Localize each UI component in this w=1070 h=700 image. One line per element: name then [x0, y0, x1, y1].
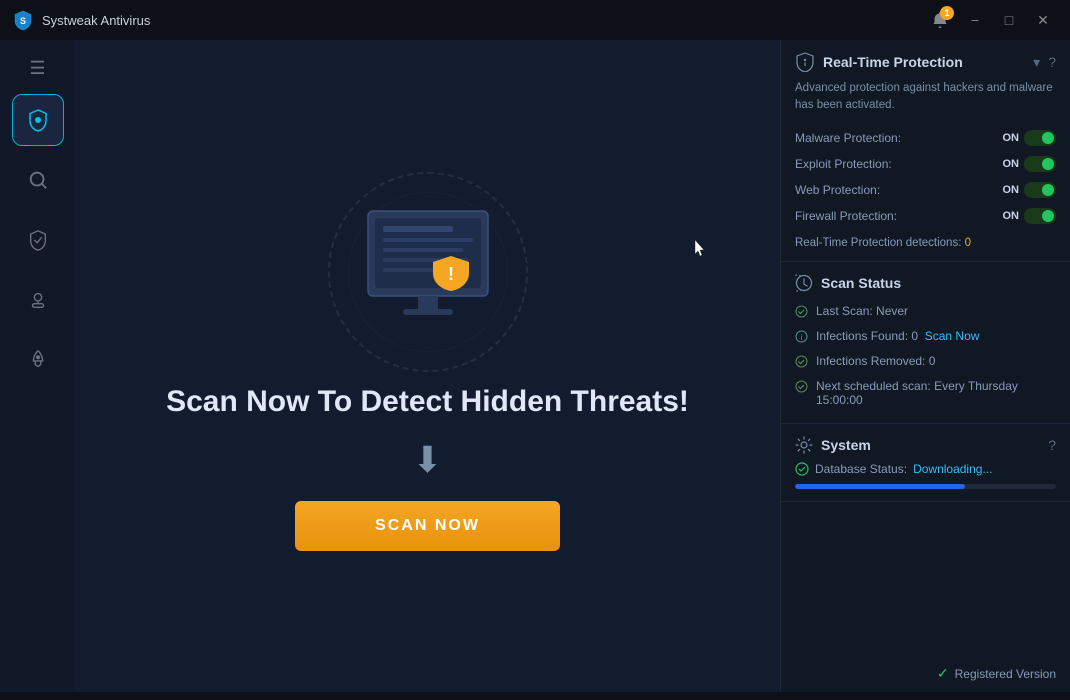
- infections-removed-text: Infections Removed: 0: [816, 354, 935, 368]
- infections-found-text: Infections Found: 0 Scan Now: [816, 329, 979, 343]
- notification-badge: 1: [940, 6, 954, 20]
- detections-row: Real-Time Protection detections: 0: [795, 229, 1056, 249]
- exploit-toggle[interactable]: ON: [1003, 156, 1057, 172]
- content-area: ! Scan Now To Detect Hidden Threats! ⬇ S…: [75, 40, 1070, 692]
- scan-status-icon: [795, 274, 813, 292]
- shield-info-icon: [795, 52, 815, 72]
- window-controls: 1 − □ ✕: [924, 4, 1058, 36]
- scan-headline: Scan Now To Detect Hidden Threats!: [166, 382, 689, 421]
- detections-count: 0: [965, 237, 971, 249]
- system-section: System ? Database Status: Downloading...: [781, 424, 1070, 502]
- infections-found-icon: i: [795, 330, 808, 346]
- maximize-button[interactable]: □: [994, 8, 1024, 32]
- shield-active-icon: [26, 108, 50, 132]
- malware-protection-row: Malware Protection: ON: [795, 125, 1056, 151]
- malware-toggle-dot: [1024, 130, 1056, 146]
- rtp-title: Real-Time Protection: [823, 54, 963, 70]
- system-header: System ?: [795, 436, 1056, 454]
- title-bar: S Systweak Antivirus 1 − □ ✕: [0, 0, 1070, 40]
- scan-status-header: Scan Status: [795, 274, 1056, 292]
- cursor-indicator: [695, 240, 707, 258]
- db-status-value: Downloading...: [913, 462, 992, 476]
- security-icon: [27, 289, 49, 311]
- registered-check-icon: ✓: [937, 665, 949, 682]
- real-time-protection-section: Real-Time Protection ▾ ? Advanced protec…: [781, 40, 1070, 262]
- registered-label: Registered Version: [955, 667, 1056, 681]
- web-toggle[interactable]: ON: [1003, 182, 1057, 198]
- last-scan-text: Last Scan: Never: [816, 304, 908, 318]
- last-scan-check-icon: [795, 305, 808, 321]
- system-title: System: [821, 437, 871, 453]
- web-label: Web Protection:: [795, 183, 880, 197]
- malware-label: Malware Protection:: [795, 131, 901, 145]
- spacer: [781, 502, 1070, 656]
- system-icon: [795, 436, 813, 454]
- sidebar-item-boost[interactable]: [12, 334, 64, 386]
- db-status-row: Database Status: Downloading...: [795, 462, 1056, 476]
- scan-now-button[interactable]: SCAN NOW: [295, 501, 560, 551]
- infections-removed-icon: [795, 355, 808, 371]
- db-progress-bar-fill: [795, 484, 965, 489]
- rtp-title-group: Real-Time Protection: [795, 52, 963, 72]
- next-scan-text: Next scheduled scan: Every Thursday 15:0…: [816, 379, 1056, 407]
- minimize-button[interactable]: −: [960, 8, 990, 32]
- monitor-svg: !: [353, 206, 503, 326]
- db-progress-bar-bg: [795, 484, 1056, 489]
- rtp-help-icon[interactable]: ?: [1048, 54, 1056, 70]
- exploit-label: Exploit Protection:: [795, 157, 892, 171]
- main-container: ☰: [0, 40, 1070, 692]
- scan-status-title: Scan Status: [821, 275, 901, 291]
- monitor-illustration: !: [318, 182, 538, 362]
- firewall-toggle-dot: [1024, 208, 1056, 224]
- sidebar-item-shield[interactable]: [12, 94, 64, 146]
- infections-removed-row: Infections Removed: 0: [795, 350, 1056, 375]
- scan-title-group: Scan Status: [795, 274, 901, 292]
- web-toggle-dot: [1024, 182, 1056, 198]
- rtp-expand-icon[interactable]: ▾: [1033, 54, 1040, 71]
- rtp-header: Real-Time Protection ▾ ?: [795, 52, 1056, 72]
- last-scan-row: Last Scan: Never: [795, 300, 1056, 325]
- svg-text:!: !: [448, 264, 454, 284]
- app-logo: S Systweak Antivirus: [12, 9, 924, 31]
- main-panel: ! Scan Now To Detect Hidden Threats! ⬇ S…: [75, 40, 780, 692]
- db-check-icon: [795, 462, 809, 476]
- right-panel: Real-Time Protection ▾ ? Advanced protec…: [780, 40, 1070, 692]
- scan-status-section: Scan Status Last Scan: Never: [781, 262, 1070, 424]
- firewall-label: Firewall Protection:: [795, 209, 897, 223]
- svg-text:i: i: [801, 333, 803, 342]
- malware-toggle[interactable]: ON: [1003, 130, 1057, 146]
- web-protection-row: Web Protection: ON: [795, 177, 1056, 203]
- next-scan-icon: [795, 380, 808, 396]
- exploit-protection-row: Exploit Protection: ON: [795, 151, 1056, 177]
- rocket-icon: [27, 349, 49, 371]
- system-title-group: System: [795, 436, 871, 454]
- firewall-toggle[interactable]: ON: [1003, 208, 1057, 224]
- close-button[interactable]: ✕: [1028, 8, 1058, 32]
- system-help-icon[interactable]: ?: [1048, 437, 1056, 453]
- sidebar: ☰: [0, 40, 75, 692]
- app-logo-icon: S: [12, 9, 34, 31]
- sidebar-item-search[interactable]: [12, 154, 64, 206]
- next-scan-row: Next scheduled scan: Every Thursday 15:0…: [795, 375, 1056, 411]
- sidebar-item-security[interactable]: [12, 274, 64, 326]
- exploit-toggle-dot: [1024, 156, 1056, 172]
- db-status-label: Database Status:: [815, 462, 907, 476]
- svg-text:S: S: [20, 16, 26, 26]
- sidebar-menu-toggle[interactable]: ☰: [18, 50, 58, 86]
- firewall-protection-row: Firewall Protection: ON: [795, 203, 1056, 229]
- notification-icon[interactable]: 1: [924, 4, 956, 36]
- arrow-down-icon: ⬇: [412, 439, 442, 481]
- rtp-description: Advanced protection against hackers and …: [795, 80, 1056, 115]
- app-title: Systweak Antivirus: [42, 13, 150, 28]
- right-footer: ✓ Registered Version: [781, 655, 1070, 692]
- search-icon: [27, 169, 49, 191]
- bottom-bar: [0, 692, 1070, 700]
- sidebar-item-checkshield[interactable]: [12, 214, 64, 266]
- check-shield-icon: [27, 229, 49, 251]
- infections-found-row: i Infections Found: 0 Scan Now: [795, 325, 1056, 350]
- scan-now-link[interactable]: Scan Now: [925, 329, 980, 343]
